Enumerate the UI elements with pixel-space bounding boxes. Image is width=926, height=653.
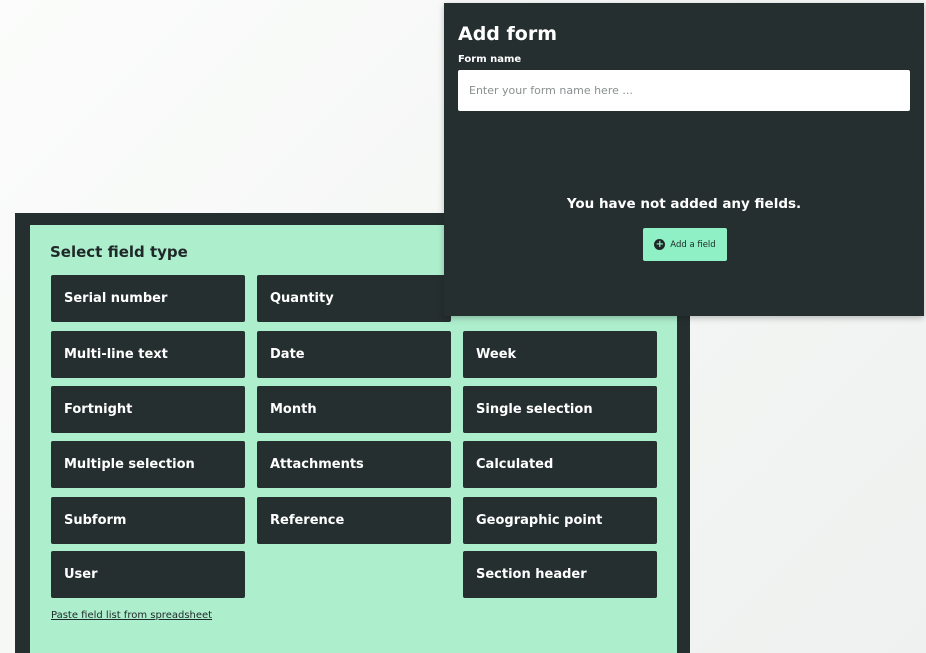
field-type-quantity[interactable]: Quantity [257,275,451,322]
panel-title: Select field type [50,243,188,261]
field-type-serial-number[interactable]: Serial number [51,275,245,322]
field-type-multiple-selection[interactable]: Multiple selection [51,441,245,488]
field-type-single-selection[interactable]: Single selection [463,386,657,433]
field-type-date[interactable]: Date [257,331,451,378]
form-name-label: Form name [458,54,522,65]
field-type-fortnight[interactable]: Fortnight [51,386,245,433]
plus-circle-icon: + [654,239,666,250]
field-type-subform[interactable]: Subform [51,497,245,544]
field-type-attachments[interactable]: Attachments [257,441,451,488]
add-field-label: Add a field [670,239,716,250]
field-type-week[interactable]: Week [463,331,657,378]
field-type-section-header[interactable]: Section header [463,551,657,598]
add-field-button[interactable]: + Add a field [643,228,727,261]
field-type-user[interactable]: User [51,551,245,598]
form-name-input[interactable] [458,70,910,111]
dialog-title: Add form [458,23,558,45]
add-form-dialog: Add form Form name You have not added an… [444,3,924,316]
field-type-month[interactable]: Month [257,386,451,433]
field-type-calculated[interactable]: Calculated [463,441,657,488]
field-type-geographic-point[interactable]: Geographic point [463,497,657,544]
field-type-reference[interactable]: Reference [257,497,451,544]
field-type-multi-line-text[interactable]: Multi-line text [51,331,245,378]
empty-fields-message: You have not added any fields. [566,196,802,212]
paste-field-list-link[interactable]: Paste field list from spreadsheet [51,610,212,621]
